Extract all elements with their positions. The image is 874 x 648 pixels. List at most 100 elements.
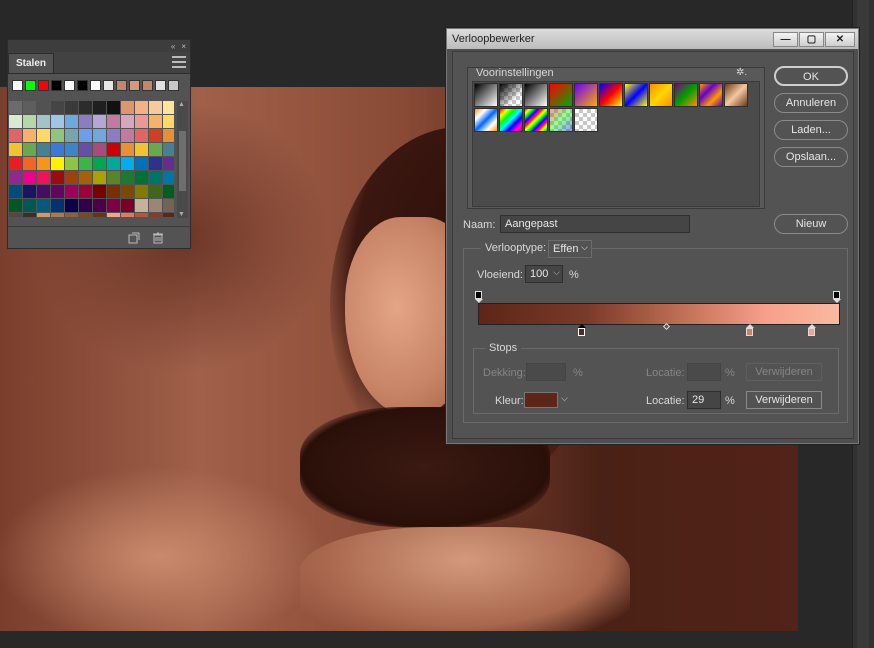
opacity-stop-left[interactable]	[475, 291, 482, 299]
minimize-button[interactable]: —	[773, 31, 798, 47]
cancel-button[interactable]: Annuleren	[774, 93, 848, 113]
color-stop[interactable]	[808, 328, 815, 336]
swatch[interactable]	[37, 115, 50, 128]
gradient-preset[interactable]	[524, 83, 548, 107]
color-stop[interactable]	[746, 328, 753, 336]
swatch[interactable]	[51, 185, 64, 198]
swatch[interactable]	[121, 101, 134, 114]
gradient-preset[interactable]	[674, 83, 698, 107]
swatch[interactable]	[9, 101, 22, 114]
close-button[interactable]: ✕	[825, 31, 855, 47]
color-swatch[interactable]	[524, 392, 558, 408]
swatch[interactable]	[12, 80, 23, 91]
gradient-preset[interactable]	[549, 108, 573, 132]
swatch[interactable]	[93, 115, 106, 128]
swatch[interactable]	[9, 199, 22, 212]
name-input[interactable]: Aangepast	[500, 215, 690, 233]
swatch[interactable]	[23, 185, 36, 198]
close-icon[interactable]: ×	[181, 42, 186, 51]
swatch[interactable]	[79, 101, 92, 114]
swatch[interactable]	[23, 129, 36, 142]
swatch[interactable]	[65, 185, 78, 198]
swatch[interactable]	[51, 101, 64, 114]
dialog-titlebar[interactable]: Verloopbewerker — ▢ ✕	[447, 29, 858, 49]
swatch[interactable]	[9, 115, 22, 128]
swatch[interactable]	[107, 199, 120, 212]
gradient-preset[interactable]	[524, 108, 548, 132]
swatch[interactable]	[135, 171, 148, 184]
swatch[interactable]	[93, 157, 106, 170]
swatch[interactable]	[23, 101, 36, 114]
gradient-preset[interactable]	[699, 83, 723, 107]
swatch[interactable]	[121, 115, 134, 128]
swatch[interactable]	[121, 171, 134, 184]
swatch[interactable]	[9, 213, 22, 217]
swatch[interactable]	[163, 157, 174, 170]
swatch[interactable]	[149, 185, 162, 198]
swatch[interactable]	[65, 213, 78, 217]
swatch[interactable]	[121, 185, 134, 198]
swatch[interactable]	[51, 199, 64, 212]
swatch[interactable]	[163, 101, 174, 114]
swatch[interactable]	[9, 185, 22, 198]
swatch[interactable]	[79, 115, 92, 128]
swatch[interactable]	[149, 199, 162, 212]
swatch[interactable]	[79, 199, 92, 212]
gradient-preset[interactable]	[649, 83, 673, 107]
swatch[interactable]	[135, 199, 148, 212]
new-button[interactable]: Nieuw	[774, 214, 848, 234]
gradient-preset[interactable]	[624, 83, 648, 107]
load-button[interactable]: Laden...	[774, 120, 848, 140]
swatch[interactable]	[37, 199, 50, 212]
swatch[interactable]	[121, 199, 134, 212]
gradient-preset[interactable]	[474, 83, 498, 107]
swatch[interactable]	[107, 101, 120, 114]
swatch[interactable]	[79, 213, 92, 217]
swatch[interactable]	[163, 213, 174, 217]
swatch[interactable]	[79, 171, 92, 184]
swatch[interactable]	[37, 213, 50, 217]
swatch[interactable]	[149, 213, 162, 217]
trash-icon[interactable]	[152, 232, 164, 244]
swatch[interactable]	[107, 129, 120, 142]
panel-menu-icon[interactable]	[172, 56, 186, 68]
swatch[interactable]	[107, 185, 120, 198]
swatch[interactable]	[149, 157, 162, 170]
swatch[interactable]	[103, 80, 114, 91]
gradient-preset[interactable]	[499, 83, 523, 107]
swatch[interactable]	[51, 157, 64, 170]
chevron-down-icon[interactable]: ⌵	[561, 393, 568, 404]
swatch[interactable]	[9, 129, 22, 142]
swatch[interactable]	[65, 157, 78, 170]
swatch[interactable]	[23, 199, 36, 212]
swatch[interactable]	[37, 143, 50, 156]
swatch[interactable]	[107, 171, 120, 184]
swatch[interactable]	[79, 129, 92, 142]
swatch[interactable]	[23, 171, 36, 184]
swatch[interactable]	[121, 213, 134, 217]
swatch[interactable]	[163, 129, 174, 142]
swatch[interactable]	[65, 143, 78, 156]
gradient-preset[interactable]	[599, 83, 623, 107]
swatch[interactable]	[38, 80, 49, 91]
gradient-preset[interactable]	[574, 83, 598, 107]
swatch[interactable]	[116, 80, 127, 91]
location-color-input[interactable]: 29	[687, 391, 721, 409]
swatch[interactable]	[135, 143, 148, 156]
tab-swatches[interactable]: Stalen	[8, 53, 55, 73]
delete-color-button[interactable]: Verwijderen	[746, 391, 822, 409]
swatch[interactable]	[51, 171, 64, 184]
swatch[interactable]	[37, 185, 50, 198]
swatch[interactable]	[135, 101, 148, 114]
ok-button[interactable]: OK	[774, 66, 848, 86]
save-button[interactable]: Opslaan...	[774, 147, 848, 167]
gradient-type-dropdown[interactable]: Effen ⌵	[548, 240, 592, 258]
swatch[interactable]	[107, 115, 120, 128]
swatch[interactable]	[149, 129, 162, 142]
gear-icon[interactable]: ✲.	[736, 67, 747, 78]
swatch[interactable]	[65, 115, 78, 128]
opacity-stop-right[interactable]	[833, 291, 840, 299]
swatch[interactable]	[149, 171, 162, 184]
swatch[interactable]	[163, 185, 174, 198]
swatch[interactable]	[37, 129, 50, 142]
